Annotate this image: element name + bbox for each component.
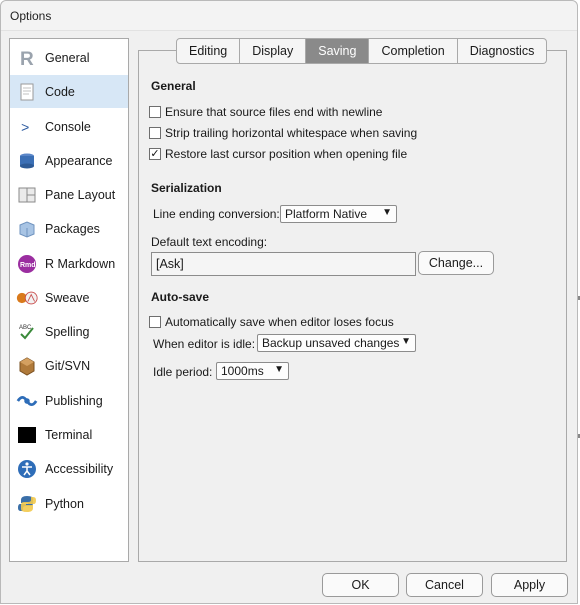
line-ending-label: Line ending conversion: bbox=[153, 207, 280, 221]
idle-label: When editor is idle: bbox=[153, 337, 256, 351]
tab-completion[interactable]: Completion bbox=[369, 38, 458, 64]
publishing-icon bbox=[16, 390, 38, 412]
line-ending-select[interactable]: Platform Native ▼ bbox=[280, 205, 397, 223]
dropdown-arrow-icon: ▼ bbox=[401, 336, 411, 347]
idle-action-value: Backup unsaved changes bbox=[262, 336, 400, 350]
tab-saving[interactable]: Saving bbox=[306, 38, 370, 64]
sidebar-item-pane-layout[interactable]: Pane Layout bbox=[10, 178, 128, 211]
rmarkdown-icon: Rmd bbox=[16, 253, 38, 275]
sidebar-item-label: General bbox=[45, 50, 90, 65]
sidebar-item-label: R Markdown bbox=[45, 256, 116, 271]
sidebar-item-label: Accessibility bbox=[45, 461, 114, 476]
dropdown-arrow-icon: ▼ bbox=[382, 207, 392, 218]
newline-option[interactable]: Ensure that source files end with newlin… bbox=[149, 105, 382, 119]
window-title: Options bbox=[10, 9, 52, 23]
sidebar-item-sweave[interactable]: Sweave bbox=[10, 281, 128, 314]
apply-button[interactable]: Apply bbox=[491, 573, 568, 597]
sidebar-item-spelling[interactable]: ABC Spelling bbox=[10, 315, 128, 348]
newline-option-label: Ensure that source files end with newlin… bbox=[165, 105, 383, 119]
sidebar-item-git-svn[interactable]: Git/SVN bbox=[10, 349, 128, 382]
strip-whitespace-option[interactable]: Strip trailing horizontal whitespace whe… bbox=[149, 126, 417, 140]
idle-action-select[interactable]: Backup unsaved changes ▼ bbox=[257, 334, 416, 352]
idle-period-select[interactable]: 1000ms ▼ bbox=[216, 362, 289, 380]
accessibility-icon bbox=[16, 458, 38, 480]
package-cube-icon bbox=[16, 218, 38, 240]
sidebar-item-r-markdown[interactable]: Rmd R Markdown bbox=[10, 247, 128, 280]
serialization-section-title: Serialization bbox=[151, 181, 222, 195]
sidebar-item-label: Code bbox=[45, 84, 75, 99]
strip-whitespace-option-label: Strip trailing horizontal whitespace whe… bbox=[165, 126, 418, 140]
sidebar-item-python[interactable]: Python bbox=[10, 487, 128, 520]
sidebar-item-label: Sweave bbox=[45, 290, 90, 305]
tab-editing[interactable]: Editing bbox=[176, 38, 241, 64]
sidebar-item-label: Pane Layout bbox=[45, 187, 116, 202]
line-ending-value: Platform Native bbox=[285, 207, 368, 221]
sidebar-item-label: Publishing bbox=[45, 393, 103, 408]
pane-layout-icon bbox=[16, 184, 38, 206]
sidebar-item-code[interactable]: Code bbox=[10, 75, 128, 108]
cancel-button[interactable]: Cancel bbox=[406, 573, 483, 597]
spelling-check-icon: ABC bbox=[16, 321, 38, 343]
autosave-focus-checkbox[interactable] bbox=[149, 316, 161, 328]
dropdown-arrow-icon: ▼ bbox=[274, 364, 284, 375]
autosave-section-title: Auto-save bbox=[151, 290, 210, 304]
sidebar-item-label: Console bbox=[45, 119, 91, 134]
autosave-focus-option-label: Automatically save when editor loses foc… bbox=[165, 315, 394, 329]
encoding-field: [Ask] bbox=[151, 252, 416, 276]
sidebar-item-packages[interactable]: Packages bbox=[10, 212, 128, 245]
r-logo-icon: R bbox=[16, 47, 38, 69]
sidebar-item-label: Spelling bbox=[45, 324, 90, 339]
sidebar-item-accessibility[interactable]: Accessibility bbox=[10, 452, 128, 485]
code-document-icon bbox=[16, 81, 38, 103]
idle-period-label: Idle period: bbox=[153, 365, 213, 379]
python-icon bbox=[16, 493, 38, 515]
autosave-focus-option[interactable]: Automatically save when editor loses foc… bbox=[149, 315, 394, 329]
encoding-value: [Ask] bbox=[156, 257, 184, 271]
newline-checkbox[interactable] bbox=[149, 106, 161, 118]
tab-bar: Editing Display Saving Completion Diagno… bbox=[176, 38, 548, 64]
sidebar-item-appearance[interactable]: Appearance bbox=[10, 144, 128, 177]
ok-button[interactable]: OK bbox=[322, 573, 399, 597]
git-box-icon bbox=[16, 355, 38, 377]
console-prompt-icon: > bbox=[16, 116, 38, 138]
restore-cursor-option[interactable]: ✓ Restore last cursor position when open… bbox=[149, 147, 407, 161]
sidebar-item-label: Git/SVN bbox=[45, 358, 91, 373]
restore-cursor-option-label: Restore last cursor position when openin… bbox=[165, 147, 408, 161]
tab-display[interactable]: Display bbox=[240, 38, 307, 64]
svg-text:>: > bbox=[21, 121, 29, 137]
change-encoding-button[interactable]: Change... bbox=[418, 251, 494, 275]
sidebar-item-publishing[interactable]: Publishing bbox=[10, 384, 128, 417]
idle-period-value: 1000ms bbox=[221, 364, 264, 378]
svg-text:Rmd: Rmd bbox=[20, 262, 36, 269]
title-bar: Options bbox=[1, 1, 577, 31]
sidebar-item-label: Terminal bbox=[45, 427, 93, 442]
restore-cursor-checkbox[interactable]: ✓ bbox=[149, 148, 161, 160]
sidebar-item-console[interactable]: > Console bbox=[10, 110, 128, 143]
svg-text:R: R bbox=[20, 49, 34, 68]
appearance-stack-icon bbox=[16, 150, 38, 172]
terminal-icon bbox=[16, 424, 38, 446]
options-sidebar: R General Code > Console Appearance Pane… bbox=[9, 38, 129, 562]
sidebar-item-label: Packages bbox=[45, 221, 100, 236]
sidebar-item-label: Appearance bbox=[45, 153, 113, 168]
sidebar-item-label: Python bbox=[45, 496, 84, 511]
sidebar-item-general[interactable]: R General bbox=[10, 41, 128, 74]
general-section-title: General bbox=[151, 79, 196, 93]
sidebar-item-terminal[interactable]: Terminal bbox=[10, 418, 128, 451]
tab-diagnostics[interactable]: Diagnostics bbox=[457, 38, 548, 64]
encoding-label: Default text encoding: bbox=[151, 235, 268, 249]
sweave-icon bbox=[16, 287, 38, 309]
strip-whitespace-checkbox[interactable] bbox=[149, 127, 161, 139]
